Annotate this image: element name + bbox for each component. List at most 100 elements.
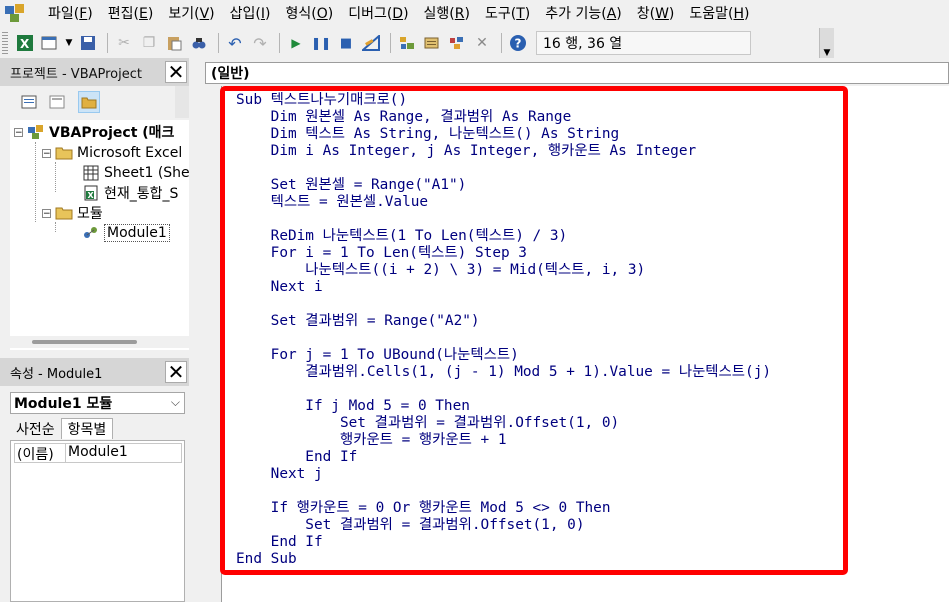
standard-toolbar: X ▼ ✂ ❐ ↶ ↷ ▶ ❚❚ ■ ✕ ? 16 행, 36 열	[0, 28, 835, 58]
code-line[interactable]: Set 결과범위 = 결과범위.Offset(1, 0)	[236, 517, 836, 534]
toolbar-grip[interactable]	[2, 32, 8, 54]
tree-node-excel-objects-label: Microsoft Excel	[77, 145, 183, 161]
view-code-icon[interactable]	[18, 91, 40, 113]
code-line[interactable]: End If	[236, 449, 836, 466]
code-line[interactable]: End Sub	[236, 551, 836, 568]
menu-window[interactable]: 창(W)	[637, 3, 675, 23]
toolbar-options-button[interactable]: ▼	[819, 28, 834, 58]
svg-text:?: ?	[515, 37, 522, 51]
collapse-icon[interactable]: −	[14, 127, 23, 137]
insert-dropdown-icon[interactable]: ▼	[64, 32, 74, 54]
menu-debug[interactable]: 디버그(D)	[348, 3, 408, 23]
code-line[interactable]	[236, 211, 836, 228]
code-object-dropdown[interactable]: (일반)	[205, 62, 949, 84]
properties-icon[interactable]	[421, 32, 443, 54]
excel-icon[interactable]: X	[14, 32, 36, 54]
save-icon[interactable]	[77, 32, 99, 54]
code-line[interactable]	[236, 483, 836, 500]
code-line[interactable]: If j Mod 5 = 0 Then	[236, 398, 836, 415]
code-line[interactable]: Next i	[236, 279, 836, 296]
project-panel-scrollbar[interactable]	[175, 86, 189, 118]
code-line[interactable]: For i = 1 To Len(텍스트) Step 3	[236, 245, 836, 262]
toolbar-separator	[390, 33, 391, 53]
tree-node-module1[interactable]: Module1	[82, 223, 170, 243]
menu-addins[interactable]: 추가 기능(A)	[545, 3, 621, 23]
menu-insert[interactable]: 삽입(I)	[230, 3, 271, 23]
menu-format[interactable]: 형식(O)	[285, 3, 333, 23]
tab-alphabetic[interactable]: 사전순	[10, 419, 61, 439]
tree-node-vbaproject[interactable]: − VBAProject (매크	[14, 122, 174, 142]
toolbar-separator	[107, 33, 108, 53]
tree-node-modules-label: 모듈	[77, 206, 103, 222]
code-line[interactable]: Next j	[236, 466, 836, 483]
code-line[interactable]: Set 결과범위 = 결과범위.Offset(1, 0)	[236, 415, 836, 432]
code-margin-indicator-bar[interactable]	[197, 86, 221, 602]
panel-splitter[interactable]	[189, 58, 197, 602]
code-line[interactable]: End If	[236, 534, 836, 551]
code-margin-line	[221, 86, 222, 602]
code-line[interactable]: Set 결과범위 = Range("A2")	[236, 313, 836, 330]
code-text[interactable]: Sub 텍스트나누기매크로() Dim 원본셀 As Range, 결과범위 A…	[236, 92, 836, 568]
copy-icon[interactable]: ❐	[138, 32, 160, 54]
properties-object-dropdown[interactable]: Module1 모듈 ⌵	[10, 392, 185, 414]
find-icon[interactable]	[188, 32, 210, 54]
toolbox-icon[interactable]: ✕	[471, 32, 493, 54]
menu-edit[interactable]: 편집(E)	[108, 3, 154, 23]
help-icon[interactable]: ?	[507, 32, 529, 54]
project-panel-close-button[interactable]: ✕	[165, 61, 187, 83]
paste-icon[interactable]	[163, 32, 185, 54]
tree-node-sheet1[interactable]: Sheet1 (She	[82, 163, 189, 183]
property-row-name[interactable]: (이름) Module1	[14, 443, 182, 463]
properties-tabs: 사전순 항목별	[10, 417, 185, 439]
code-line[interactable]: Set 원본셀 = Range("A1")	[236, 177, 836, 194]
code-line[interactable]: ReDim 나눈텍스트(1 To Len(텍스트) / 3)	[236, 228, 836, 245]
properties-panel-close-button[interactable]: ✕	[165, 361, 187, 383]
code-line[interactable]	[236, 330, 836, 347]
code-line[interactable]	[236, 381, 836, 398]
code-line[interactable]: Dim i As Integer, j As Integer, 행카운트 As …	[236, 143, 836, 160]
code-line[interactable]: 나눈텍스트((i + 2) \ 3) = Mid(텍스트, i, 3)	[236, 262, 836, 279]
run-icon[interactable]: ▶	[285, 32, 307, 54]
view-object-icon[interactable]	[46, 91, 68, 113]
tree-node-modules[interactable]: − 모듈	[42, 203, 103, 223]
chevron-down-icon[interactable]: ⌵	[171, 395, 180, 410]
insert-userform-icon[interactable]	[39, 32, 61, 54]
menu-file[interactable]: 파일(F)	[48, 3, 93, 23]
menu-help[interactable]: 도움말(H)	[689, 3, 749, 23]
toggle-folders-icon[interactable]	[78, 91, 100, 113]
code-line[interactable]: Dim 텍스트 As String, 나눈텍스트() As String	[236, 126, 836, 143]
design-mode-icon[interactable]	[360, 32, 382, 54]
object-browser-icon[interactable]	[446, 32, 468, 54]
code-line[interactable]: 텍스트 = 원본셀.Value	[236, 194, 836, 211]
tree-node-excel-objects[interactable]: − Microsoft Excel	[42, 143, 182, 163]
property-value[interactable]: Module1	[66, 444, 128, 462]
code-line[interactable]: 행카운트 = 행카운트 + 1	[236, 432, 836, 449]
code-line[interactable]: 결과범위.Cells(1, (j - 1) Mod 5 + 1).Value =…	[236, 364, 836, 381]
project-tree-hscrollbar[interactable]	[10, 336, 189, 348]
code-line[interactable]: If 행카운트 = 0 Or 행카운트 Mod 5 <> 0 Then	[236, 500, 836, 517]
cursor-position-display: 16 행, 36 열	[536, 31, 751, 55]
toolbar-separator	[501, 33, 502, 53]
menu-run[interactable]: 실행(R)	[424, 3, 470, 23]
project-panel-toolbar	[0, 86, 189, 118]
tree-connector	[35, 142, 36, 222]
code-line[interactable]	[236, 296, 836, 313]
menu-view[interactable]: 보기(V)	[168, 3, 214, 23]
code-line[interactable]	[236, 160, 836, 177]
collapse-icon[interactable]: −	[42, 208, 51, 218]
tree-node-workbook[interactable]: X 현재_통합_S	[82, 183, 178, 203]
cut-icon[interactable]: ✂	[113, 32, 135, 54]
project-explorer-icon[interactable]	[396, 32, 418, 54]
reset-icon[interactable]: ■	[335, 32, 357, 54]
scrollbar-thumb[interactable]	[32, 340, 137, 344]
tab-categorized[interactable]: 항목별	[60, 418, 114, 439]
undo-icon[interactable]: ↶	[224, 32, 246, 54]
collapse-icon[interactable]: −	[42, 148, 51, 158]
svg-text:X: X	[88, 191, 95, 200]
code-line[interactable]: For j = 1 To UBound(나눈텍스트)	[236, 347, 836, 364]
redo-icon[interactable]: ↷	[249, 32, 271, 54]
code-line[interactable]: Sub 텍스트나누기매크로()	[236, 92, 836, 109]
break-icon[interactable]: ❚❚	[310, 32, 332, 54]
code-line[interactable]: Dim 원본셀 As Range, 결과범위 As Range	[236, 109, 836, 126]
menu-tools[interactable]: 도구(T)	[485, 3, 530, 23]
